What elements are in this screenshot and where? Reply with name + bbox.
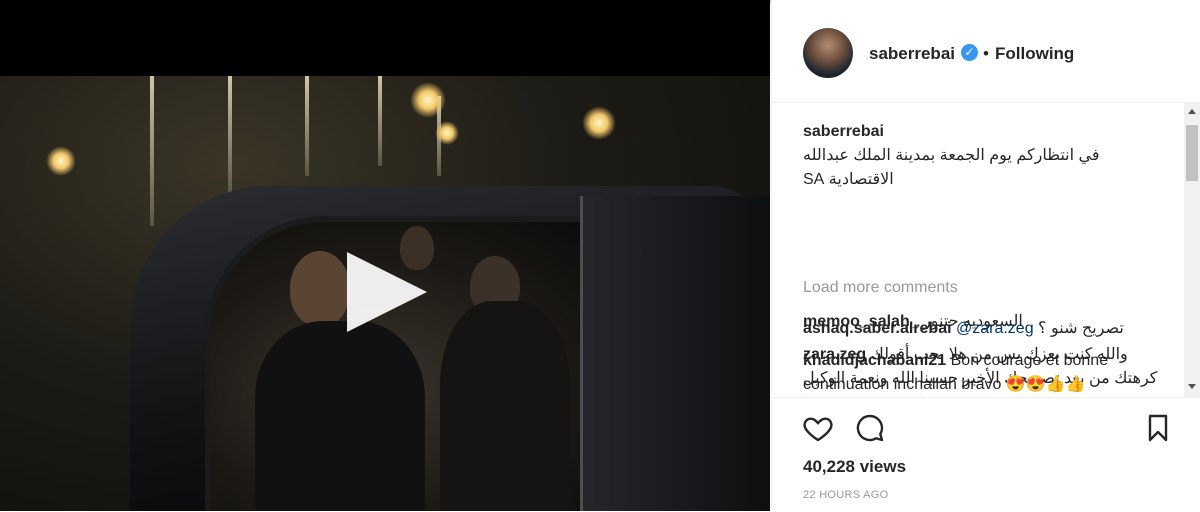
scroll-up-icon[interactable] bbox=[1188, 109, 1196, 114]
video-player[interactable] bbox=[0, 0, 770, 511]
street-pole bbox=[228, 76, 232, 196]
post-username[interactable]: saberrebai bbox=[869, 44, 955, 64]
comment-username[interactable]: khadidjachabani21 bbox=[803, 352, 946, 369]
person-head bbox=[290, 251, 350, 326]
comment-icon[interactable] bbox=[854, 412, 886, 444]
comment-text: تصريح شنو ؟ bbox=[1038, 320, 1124, 337]
scrollbar-thumb[interactable] bbox=[1186, 125, 1198, 181]
separator-dot: • bbox=[983, 44, 989, 63]
post-panel: saberrebai ✓ • Following saberrebai في ا… bbox=[771, 0, 1200, 511]
heart-icon[interactable] bbox=[802, 412, 834, 444]
list-item: khadidjachabani21 Bon courage et bonne c… bbox=[803, 349, 1175, 397]
caption-text: في انتظاركم يوم الجمعة بمدينة الملك عبدا… bbox=[803, 147, 1100, 188]
comment-username[interactable]: ashaq.saber.alrebai bbox=[803, 320, 952, 337]
street-pole bbox=[378, 76, 382, 166]
street-light bbox=[582, 106, 616, 140]
post-actions: 40,228 views 22 HOURS AGO bbox=[772, 397, 1200, 512]
following-button[interactable]: Following bbox=[995, 44, 1074, 64]
street-pole bbox=[305, 76, 309, 176]
view-count: 40,228 views bbox=[803, 457, 907, 476]
comments-list-continued: ashaq.saber.alrebai @zara.zeg تصريح شنو … bbox=[772, 303, 1182, 397]
video-letterbox bbox=[0, 0, 770, 76]
bookmark-icon[interactable] bbox=[1142, 412, 1174, 444]
street-light bbox=[410, 82, 446, 118]
load-more-comments-button[interactable]: Load more comments bbox=[803, 279, 958, 297]
comment-mention[interactable]: @zara.zeg bbox=[956, 320, 1034, 337]
street-light bbox=[46, 146, 76, 176]
caption: saberrebai في انتظاركم يوم الجمعة بمدينة… bbox=[803, 120, 1175, 192]
scroll-down-icon[interactable] bbox=[1188, 384, 1196, 389]
person-suit bbox=[255, 321, 425, 511]
comments-scrollbar[interactable] bbox=[1184, 103, 1200, 397]
post-timestamp[interactable]: 22 HOURS AGO bbox=[803, 489, 889, 501]
person-suit bbox=[440, 301, 570, 511]
street-pole bbox=[150, 76, 154, 226]
avatar[interactable] bbox=[803, 28, 853, 78]
street-light bbox=[435, 121, 459, 145]
list-item: ashaq.saber.alrebai @zara.zeg تصريح شنو … bbox=[803, 317, 1175, 341]
car-door bbox=[580, 196, 770, 511]
caption-username[interactable]: saberrebai bbox=[803, 123, 884, 140]
post-header: saberrebai ✓ • Following bbox=[772, 0, 1200, 103]
play-icon[interactable] bbox=[347, 252, 427, 332]
verified-badge-icon: ✓ bbox=[961, 44, 978, 61]
